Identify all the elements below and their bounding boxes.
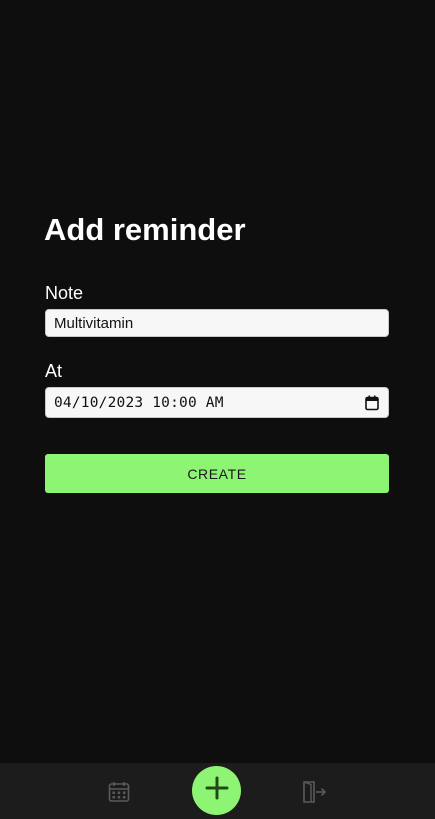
datetime-input[interactable]: 04/10/2023 10:00 AM (45, 387, 389, 418)
create-button[interactable]: CREATE (45, 454, 389, 493)
exit-icon[interactable] (300, 779, 328, 805)
note-label: Note (45, 283, 84, 303)
note-input[interactable] (45, 309, 389, 337)
datetime-value: 04/10/2023 10:00 AM (54, 394, 224, 411)
plus-icon (205, 776, 229, 805)
page-title: Add reminder (44, 212, 246, 247)
calendar-picker-icon[interactable] (364, 394, 380, 412)
at-label: At (45, 361, 63, 381)
calendar-icon[interactable] (106, 779, 132, 805)
add-reminder-button[interactable] (192, 766, 241, 815)
bottom-nav (0, 763, 435, 819)
add-reminder-screen: Add reminder Note At 04/10/2023 10:00 AM… (0, 0, 435, 819)
